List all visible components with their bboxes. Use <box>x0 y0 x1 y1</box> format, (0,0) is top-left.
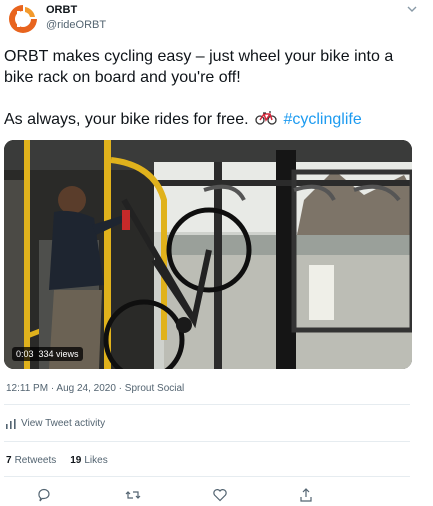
tweet-stats: 7 Retweets 19 Likes <box>6 455 108 466</box>
like-icon[interactable] <box>212 487 228 503</box>
tweet-date[interactable]: Aug 24, 2020 <box>48 383 116 394</box>
divider <box>4 441 410 442</box>
account-name[interactable]: ORBT <box>46 4 77 16</box>
likes-count: 19 <box>70 455 82 466</box>
tweet-text-line-2: As always, your bike rides for free. #cy… <box>4 109 414 130</box>
tweet-actions <box>0 487 433 505</box>
tweet-text-line-1: ORBT makes cycling easy – just wheel you… <box>4 48 394 86</box>
divider <box>4 404 410 405</box>
view-activity-link[interactable]: View Tweet activity <box>6 418 105 429</box>
retweets-count: 7 <box>6 455 12 466</box>
tweet-text: ORBT makes cycling easy – just wheel you… <box>4 46 414 130</box>
bicycle-icon <box>255 111 277 125</box>
likes-stat[interactable]: 19 Likes <box>70 455 107 466</box>
retweets-stat[interactable]: 7 Retweets <box>6 455 56 466</box>
activity-bars-icon <box>6 418 16 429</box>
video-duration: 0:03 <box>16 349 34 359</box>
retweets-label: Retweets <box>14 455 57 466</box>
reply-icon[interactable] <box>36 487 52 503</box>
avatar[interactable] <box>6 2 40 36</box>
likes-label: Likes <box>84 455 108 466</box>
divider <box>4 476 410 477</box>
tweet-card: ORBT @rideORBT ORBT makes cycling easy –… <box>0 0 433 506</box>
tweet-source[interactable]: Sprout Social <box>116 383 184 394</box>
retweet-icon[interactable] <box>125 487 141 503</box>
video-frame <box>4 140 412 369</box>
account-handle[interactable]: @rideORBT <box>46 19 106 31</box>
orbt-logo-icon <box>7 3 39 35</box>
tweet-time[interactable]: 12:11 PM <box>6 383 48 394</box>
video-views: 334 views <box>38 349 79 359</box>
share-icon[interactable] <box>298 487 314 503</box>
chevron-down-icon[interactable] <box>406 4 418 14</box>
tweet-header: ORBT @rideORBT <box>6 2 426 38</box>
view-activity-label: View Tweet activity <box>21 418 106 429</box>
tweet-meta: 12:11 PMAug 24, 2020Sprout Social <box>6 383 184 394</box>
video-stats-badge: 0:03 334 views <box>12 347 83 361</box>
tweet-text-sentence: As always, your bike rides for free. <box>4 111 249 128</box>
hashtag-link[interactable]: #cyclinglife <box>283 111 361 128</box>
video-player[interactable]: 0:03 334 views <box>4 140 412 369</box>
